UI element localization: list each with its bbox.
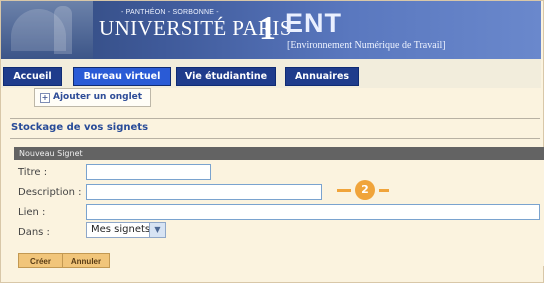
section-divider-top <box>10 118 540 119</box>
folder-select[interactable]: Mes signets ▼ <box>86 222 166 238</box>
badge-line-left <box>337 189 351 192</box>
folder-select-value: Mes signets <box>91 224 151 235</box>
add-tab-label: Ajouter un onglet <box>53 92 143 102</box>
tab-annuaires[interactable]: Annuaires <box>285 67 359 86</box>
ent-subtitle: [Environnement Numérique de Travail] <box>287 40 446 51</box>
section-divider-bottom <box>10 138 540 139</box>
chevron-down-icon: ▼ <box>149 223 165 237</box>
section-title: Stockage de vos signets <box>11 122 149 133</box>
plus-icon: + <box>40 93 50 103</box>
university-number: 1 <box>259 10 276 47</box>
title-label: Titre : <box>18 167 48 178</box>
callout-badge: 2 <box>355 180 375 200</box>
building-logo <box>1 1 93 59</box>
form-actions: Créer Annuler <box>18 253 110 268</box>
header-banner: - PANTHÉON - SORBONNE - UNIVERSITÉ PARIS… <box>1 1 541 59</box>
add-tab-button[interactable]: + Ajouter un onglet <box>34 88 151 107</box>
description-label: Description : <box>18 187 82 198</box>
tab-vie-etudiantine[interactable]: Vie étudiantine <box>176 67 276 86</box>
link-label: Lien : <box>18 207 46 218</box>
title-input[interactable] <box>86 164 211 180</box>
description-input[interactable] <box>86 184 322 200</box>
ent-title: ENT <box>285 8 342 38</box>
tab-bureau-virtuel[interactable]: Bureau virtuel <box>73 67 171 86</box>
badge-line-right <box>379 189 389 192</box>
folder-label: Dans : <box>18 227 50 238</box>
panel-title: Nouveau Signet <box>14 147 544 160</box>
university-small-title: - PANTHÉON - SORBONNE - <box>121 9 219 16</box>
tab-accueil[interactable]: Accueil <box>3 67 62 86</box>
cancel-button[interactable]: Annuler <box>62 254 109 267</box>
link-input[interactable] <box>86 204 540 220</box>
create-button[interactable]: Créer <box>19 254 62 267</box>
